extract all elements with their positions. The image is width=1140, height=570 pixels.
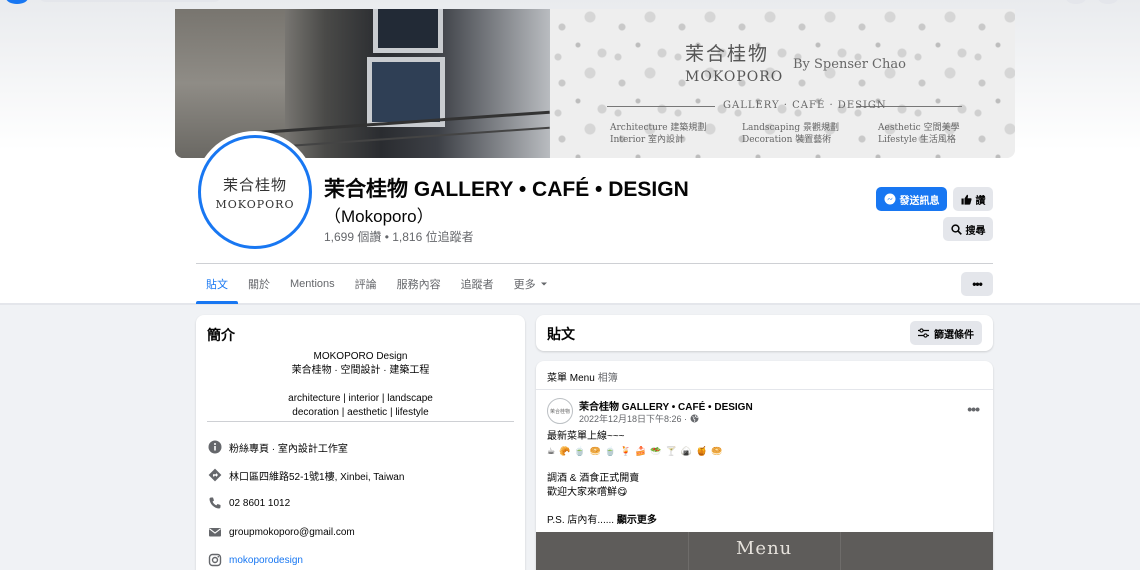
like-button[interactable]: 讚: [953, 187, 993, 211]
post-author-avatar[interactable]: 茉合桂物: [547, 398, 573, 424]
page-tabs: 貼文 關於 Mentions 評論 服務內容 追蹤者 更多: [196, 264, 558, 304]
facebook-logo-icon[interactable]: [6, 0, 28, 4]
search-label: 搜尋: [965, 225, 986, 237]
search-button[interactable]: 搜尋: [943, 217, 993, 241]
header-bottom-border: [0, 303, 1140, 305]
tab-followers[interactable]: 追蹤者: [451, 264, 504, 304]
cover-col-3: Aesthetic 空間美學 Lifestyle 生活風格: [878, 123, 960, 145]
cover-title-en: MOKOPORO: [685, 69, 784, 85]
posts-title: 貼文: [547, 326, 575, 342]
search-bar[interactable]: [40, 0, 220, 2]
intro-title: 簡介: [207, 327, 235, 343]
cover-building-photo: [175, 9, 550, 158]
post-album-title: 菜單 Menu: [547, 373, 595, 384]
info-instagram[interactable]: mokoporodesign: [207, 552, 303, 568]
post-line-4: P.S. 店內有...... 顯示更多: [547, 515, 657, 526]
intro-divider: [207, 421, 514, 422]
filter-button[interactable]: 篩選條件: [910, 321, 982, 345]
cover-col-1: Architecture 建築規劃 Interior 室內設計: [610, 123, 707, 145]
tab-services[interactable]: 服務內容: [387, 264, 451, 304]
info-address[interactable]: 林口區四維路52-1號1樓, Xinbei, Taiwan: [207, 467, 404, 483]
post-menu-image[interactable]: Menu: [536, 532, 993, 570]
post-album-sub: 相簿: [597, 373, 618, 384]
directions-icon: [207, 467, 223, 483]
globe-icon: [690, 414, 699, 423]
avatar-text-en: MOKOPORO: [215, 197, 295, 211]
avatar-text-cn: 茉合桂物: [222, 175, 287, 194]
thumbs-up-icon: [961, 194, 972, 205]
page-title: 茉合桂物 GALLERY • CAFÉ • DESIGN: [324, 178, 689, 201]
tab-more-label: 更多: [513, 279, 536, 291]
profile-avatar[interactable]: 茉合桂物 MOKOPORO: [198, 135, 312, 249]
tab-mentions[interactable]: Mentions: [280, 264, 345, 304]
post-album-header[interactable]: 菜單 Menu 相簿: [547, 369, 618, 384]
intro-card: 簡介 MOKOPORO Design 茉合桂物 · 空間設計 · 建築工程 ar…: [196, 315, 525, 570]
cover-title-cn: 茉合桂物: [685, 43, 770, 65]
info-phone[interactable]: 02 8601 1012: [207, 495, 290, 511]
like-label: 讚: [975, 195, 986, 207]
page-alias: （Mokoporo）: [324, 207, 434, 226]
more-options-button[interactable]: •••: [961, 272, 993, 296]
filter-sliders-icon: [918, 328, 929, 338]
post-timestamp[interactable]: 2022年12月18日下午8:26 ·: [579, 412, 699, 425]
post-body: 最新菜單上線~~~ ☕ 🥐 🍵 🥯 🍵 🍹 🍰 🥗 🍸 🍙 🍯 🥯 調酒 & 酒食正式開賣 歡迎大家來…: [547, 430, 977, 528]
info-category: 粉絲專頁 · 室內設計工作室: [207, 439, 348, 455]
tab-about[interactable]: 關於: [238, 264, 280, 304]
menu-image-caption: Menu: [736, 538, 793, 559]
post-emoji-row: ☕ 🥐 🍵 🥯 🍵 🍹 🍰 🥗 🍸 🍙 🍯 🥯: [547, 446, 723, 456]
search-icon: [950, 223, 962, 235]
messenger-icon: [884, 193, 895, 205]
post-line-2: 調酒 & 酒食正式開賣: [547, 473, 640, 484]
tab-more[interactable]: 更多: [504, 264, 558, 304]
tab-posts[interactable]: 貼文: [196, 264, 238, 304]
caret-down-icon: [540, 282, 547, 286]
phone-icon: [207, 495, 223, 511]
instagram-icon: [207, 552, 223, 568]
post-separator: [536, 389, 993, 390]
post-author-name[interactable]: 茉合桂物 GALLERY • CAFÉ • DESIGN: [579, 398, 753, 413]
email-icon: [207, 524, 223, 540]
info-email[interactable]: groupmokoporo@gmail.com: [207, 524, 355, 540]
send-message-label: 發送訊息: [899, 195, 940, 207]
messenger-icon[interactable]: [1066, 0, 1086, 4]
cover-photo[interactable]: 茉合桂物 MOKOPORO By Spenser Chao GALLERY · …: [175, 9, 1015, 158]
top-nav-bar: [0, 0, 1140, 4]
tab-reviews[interactable]: 評論: [345, 264, 387, 304]
notifications-icon[interactable]: [1098, 0, 1118, 4]
intro-bio: MOKOPORO Design 茉合桂物 · 空間設計 · 建築工程 archi…: [288, 351, 433, 418]
see-more-link[interactable]: 顯示更多: [617, 515, 657, 526]
post-card: 菜單 Menu 相簿 茉合桂物 茉合桂物 GALLERY • CAFÉ • DES…: [536, 361, 993, 570]
post-line-1: 最新菜單上線~~~: [547, 431, 625, 442]
post-line-3: 歡迎大家來嚐鮮😋: [547, 487, 628, 498]
info-icon: [207, 439, 223, 455]
cover-subtitle: GALLERY · CAFÉ · DESIGN: [723, 100, 887, 111]
posts-header-card: 貼文 篩選條件: [536, 315, 993, 351]
cover-divider-left: [607, 106, 715, 107]
page-stats[interactable]: 1,699 個讚 • 1,816 位追蹤者: [324, 228, 474, 245]
filter-label: 篩選條件: [934, 329, 974, 341]
cover-byline: By Spenser Chao: [793, 57, 906, 72]
cover-col-2: Landscaping 景觀規劃 Decoration 裝置藝術: [742, 123, 839, 145]
send-message-button[interactable]: 發送訊息: [876, 187, 947, 211]
post-options-button[interactable]: •••: [967, 401, 980, 417]
